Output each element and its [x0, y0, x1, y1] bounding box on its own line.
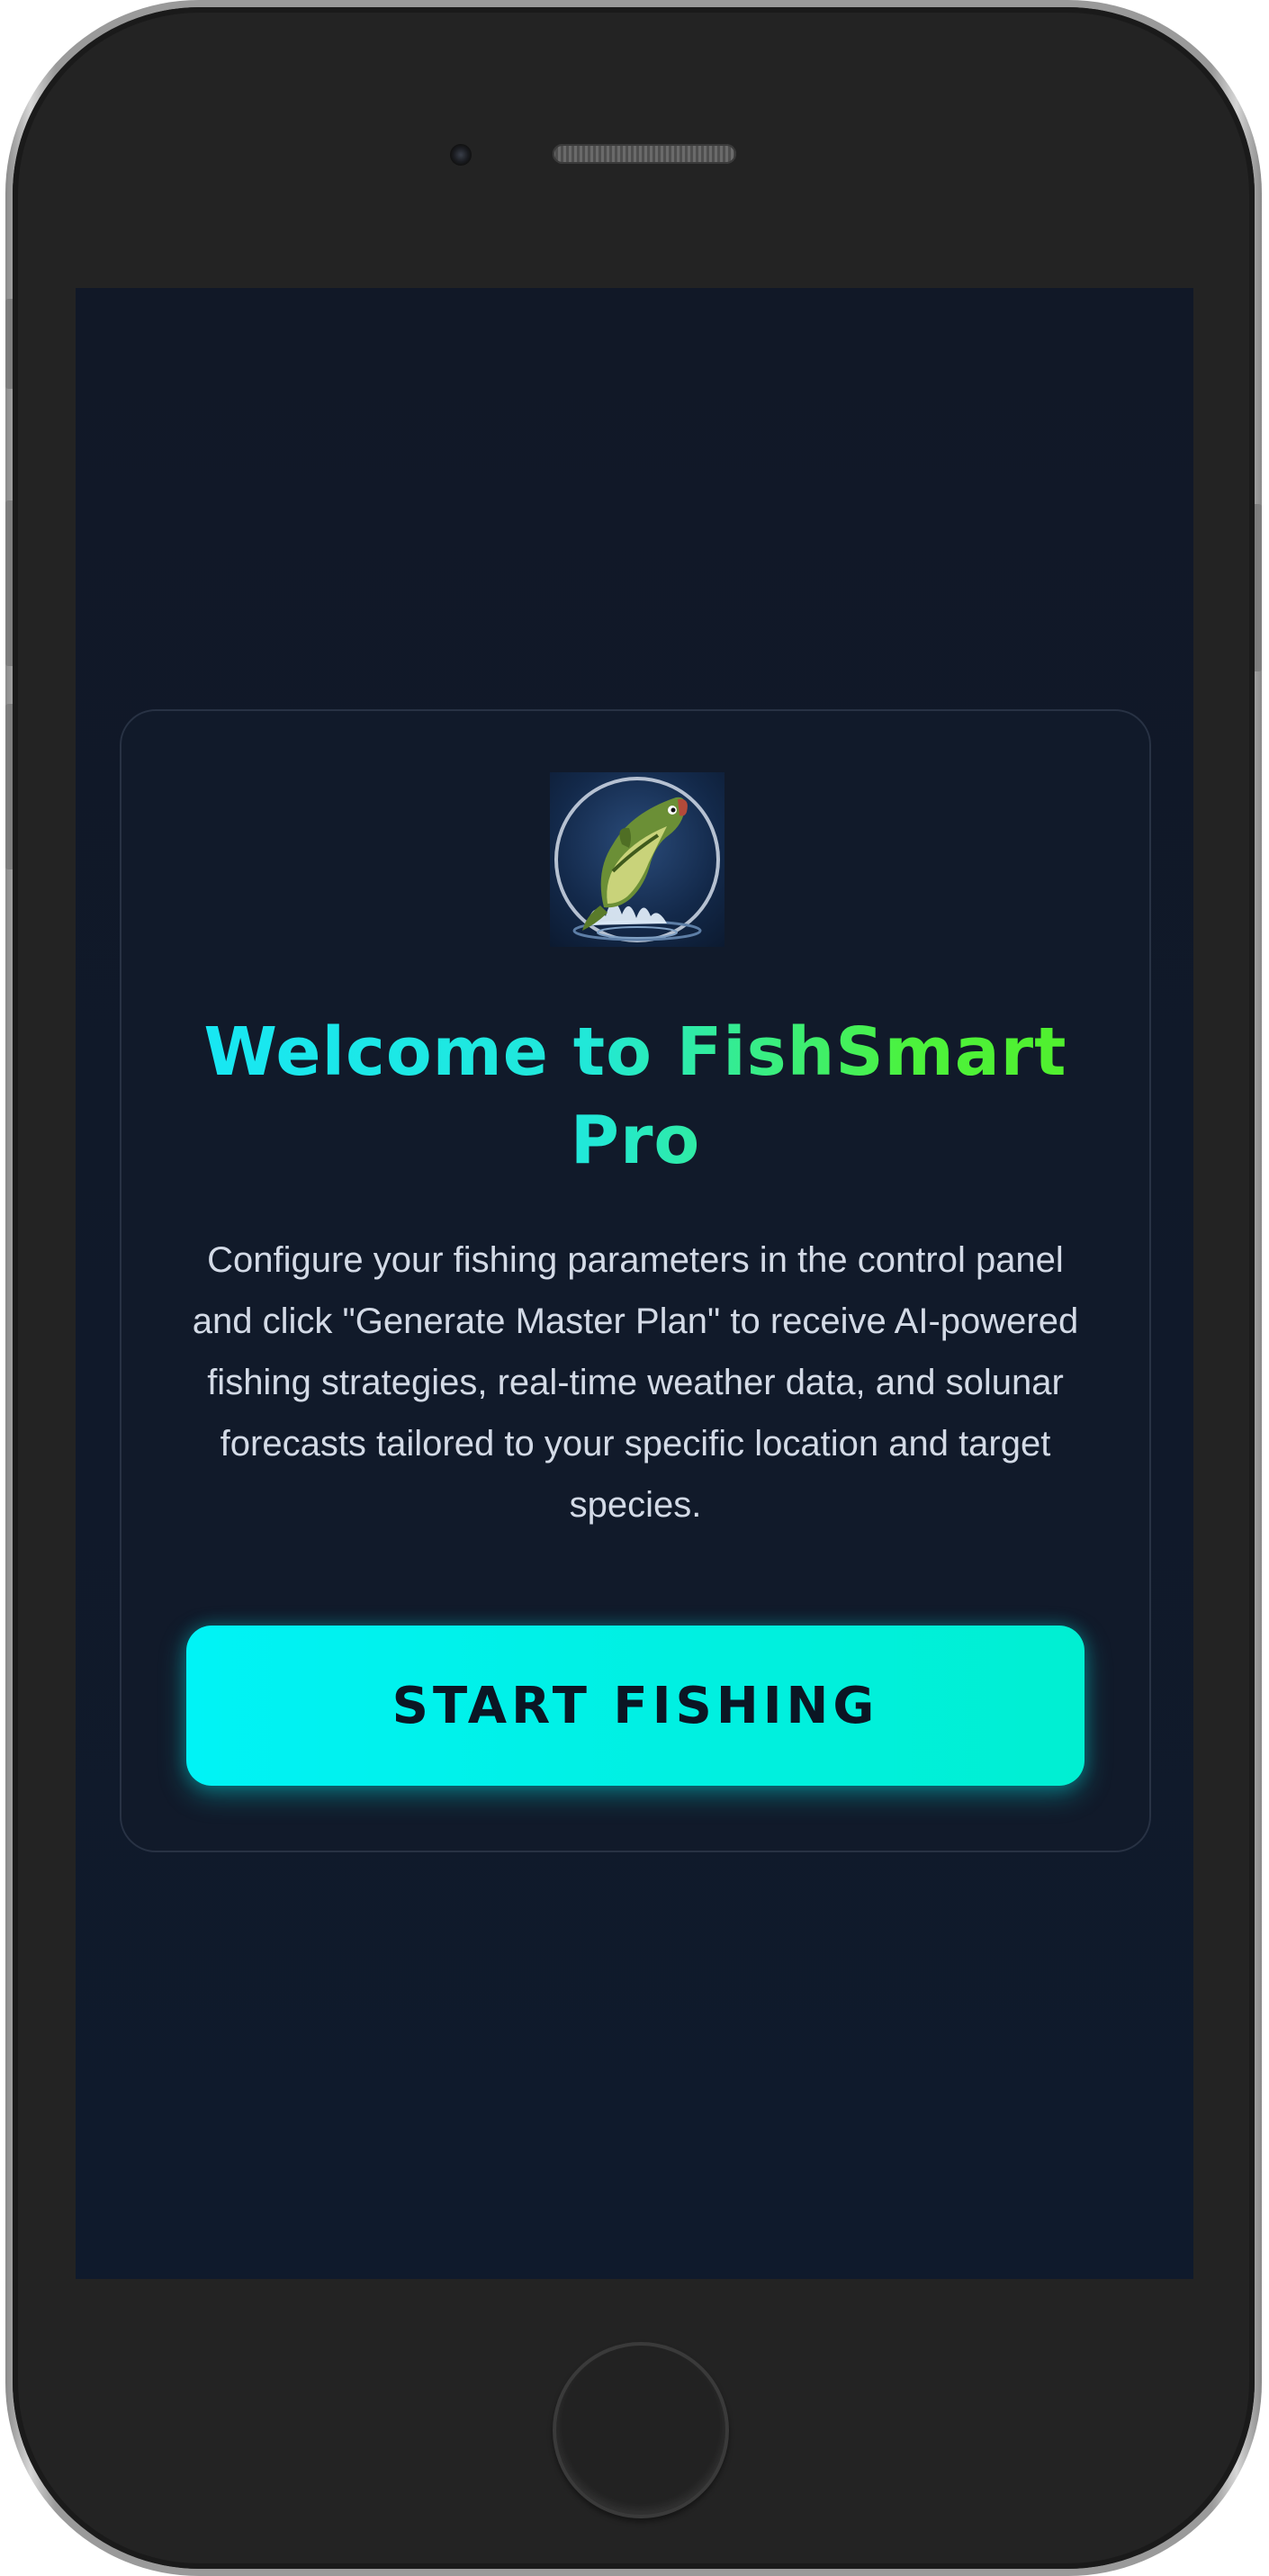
volume-up-button [5, 500, 13, 666]
app-screen: Welcome to FishSmart Pro Configure your … [76, 288, 1193, 2279]
power-button [1255, 504, 1262, 671]
front-camera-icon [450, 144, 472, 166]
start-fishing-button[interactable]: START FISHING [186, 1626, 1084, 1786]
volume-down-button [5, 704, 13, 869]
start-fishing-label: START FISHING [392, 1676, 879, 1735]
phone-body: Welcome to FishSmart Pro Configure your … [13, 7, 1255, 2569]
earpiece-speaker [553, 144, 736, 164]
home-button[interactable] [553, 2342, 729, 2518]
phone-frame: Welcome to FishSmart Pro Configure your … [5, 0, 1262, 2576]
welcome-title: Welcome to FishSmart Pro [176, 1008, 1095, 1184]
welcome-card: Welcome to FishSmart Pro Configure your … [120, 709, 1151, 1852]
mute-switch [5, 299, 13, 389]
welcome-description: Configure your fishing parameters in the… [192, 1240, 1079, 1525]
jumping-bass-icon [550, 772, 724, 947]
